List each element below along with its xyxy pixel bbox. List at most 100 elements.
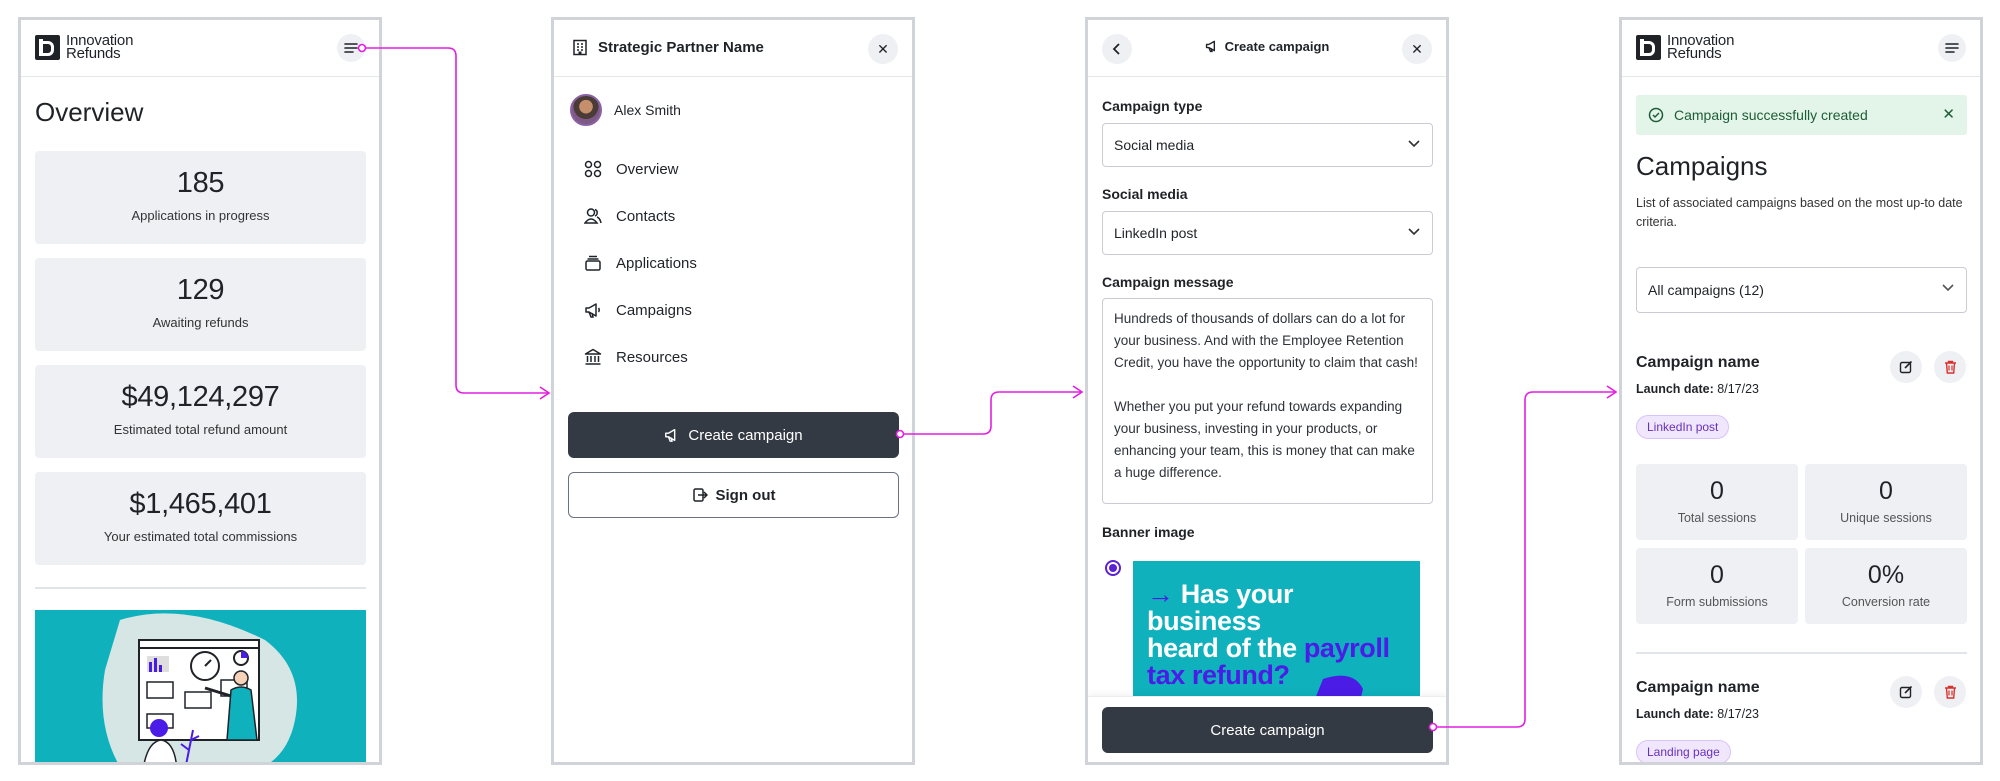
metric-label: Form submissions	[1666, 595, 1768, 609]
stat-value: 129	[176, 274, 225, 306]
menu-button[interactable]	[337, 34, 365, 62]
campaign-filter-select[interactable]: All campaigns (12)	[1636, 267, 1967, 313]
create-campaign-screen: Create campaign ✕ Campaign type Social m…	[1085, 17, 1449, 765]
create-campaign-button[interactable]: Create campaign	[568, 412, 899, 458]
close-icon: ✕	[877, 40, 889, 57]
success-alert: Campaign successfully created ✕	[1636, 95, 1967, 135]
campaign-name: Campaign name	[1636, 354, 1760, 371]
select-value: All campaigns (12)	[1648, 282, 1764, 298]
nav-label: Applications	[616, 254, 697, 272]
nav-label: Resources	[616, 348, 688, 366]
chevron-down-icon	[1942, 280, 1954, 295]
nav-item-campaigns[interactable]: Campaigns	[584, 301, 692, 319]
select-value: LinkedIn post	[1114, 225, 1198, 241]
logo[interactable]: Innovation Refunds	[1636, 33, 1734, 61]
launch-date-label: Launch date:	[1636, 707, 1714, 721]
edit-campaign-button[interactable]	[1890, 676, 1922, 708]
create-campaign-submit-button[interactable]: Create campaign	[1102, 707, 1433, 753]
stat-label: Estimated total refund amount	[113, 422, 288, 437]
campaigns-screen: Innovation Refunds Campaign successfully…	[1619, 17, 1983, 765]
user-profile[interactable]: Alex Smith	[570, 94, 681, 126]
megaphone-icon	[665, 428, 676, 442]
edit-campaign-button[interactable]	[1890, 351, 1922, 383]
close-icon: ✕	[1411, 40, 1423, 57]
modal-footer: Create campaign	[1088, 696, 1446, 762]
nav-label: Campaigns	[616, 301, 692, 319]
megaphone-icon	[585, 303, 600, 318]
divider	[1636, 652, 1967, 654]
campaign-type-tag: Landing page	[1636, 740, 1731, 762]
metric-form-submissions: 0 Form submissions	[1636, 548, 1798, 624]
logo-mark-icon	[1636, 34, 1661, 60]
menu-screen: Strategic Partner Name ✕ Alex Smith Over…	[551, 17, 915, 765]
select-value: Social media	[1114, 137, 1195, 153]
stat-card-refund-amount: $49,124,297 Estimated total refund amoun…	[35, 365, 366, 458]
stat-card-commissions: $1,465,401 Your estimated total commissi…	[35, 472, 366, 565]
page-title: Overview	[35, 97, 144, 127]
arrowhead	[1072, 385, 1084, 399]
close-alert-icon[interactable]: ✕	[1942, 105, 1955, 123]
partner-header: Strategic Partner Name	[572, 39, 764, 56]
create-campaign-header: Create campaign ✕	[1088, 20, 1446, 77]
launch-date: Launch date: 8/17/23	[1636, 382, 1759, 396]
campaign-type-select[interactable]: Social media	[1102, 123, 1433, 167]
banner-line-2b: payroll	[1303, 633, 1390, 663]
menu-button[interactable]	[1938, 34, 1966, 62]
inbox-icon	[585, 255, 601, 271]
grid-icon	[584, 160, 602, 178]
check-circle-icon	[1648, 107, 1664, 123]
presentation-illustration	[35, 610, 366, 762]
stat-value: $1,465,401	[129, 488, 272, 520]
campaign-name: Campaign name	[1636, 679, 1760, 696]
nav-item-overview[interactable]: Overview	[584, 160, 679, 178]
close-menu-button[interactable]: ✕	[868, 34, 898, 64]
campaign-type-label: Campaign type	[1102, 98, 1203, 114]
launch-date-label: Launch date:	[1636, 382, 1714, 396]
chevron-down-icon	[1408, 224, 1420, 239]
banner-line-3: tax refund?	[1147, 660, 1290, 690]
connector-nav-to-create	[900, 391, 1081, 435]
banner-line-2a: heard of the	[1147, 633, 1304, 663]
trash-icon	[1944, 685, 1956, 699]
page-title: Campaigns	[1636, 151, 1768, 181]
nav-label: Contacts	[616, 207, 676, 225]
button-label: Create campaign	[1210, 721, 1325, 739]
stat-card-applications: 185 Applications in progress	[35, 151, 366, 244]
stat-value: $49,124,297	[121, 381, 280, 413]
close-modal-button[interactable]: ✕	[1402, 34, 1432, 64]
stat-card-awaiting: 129 Awaiting refunds	[35, 258, 366, 351]
metric-value: 0	[1710, 561, 1724, 589]
nav-item-contacts[interactable]: Contacts	[584, 207, 675, 225]
delete-campaign-button[interactable]	[1934, 676, 1966, 708]
modal-title-text: Create campaign	[1224, 39, 1330, 54]
stat-label: Awaiting refunds	[152, 315, 249, 330]
campaign-message-label: Campaign message	[1102, 274, 1234, 290]
connector-menu-to-nav	[362, 47, 548, 394]
campaign-message-textarea[interactable]: Hundreds of thousands of dollars can do …	[1102, 298, 1433, 504]
banner-radio[interactable]	[1105, 560, 1121, 576]
delete-campaign-button[interactable]	[1934, 351, 1966, 383]
button-label: Create campaign	[688, 426, 803, 444]
stat-value: 185	[176, 167, 225, 199]
arrowhead	[539, 386, 551, 400]
divider	[35, 587, 366, 589]
nav-item-resources[interactable]: Resources	[584, 348, 688, 366]
avatar	[570, 94, 602, 126]
button-label: Sign out	[715, 486, 776, 504]
social-media-select[interactable]: LinkedIn post	[1102, 211, 1433, 255]
top-bar: Innovation Refunds	[21, 20, 379, 77]
metric-value: 0	[1710, 477, 1724, 505]
sign-out-button[interactable]: Sign out	[568, 472, 899, 518]
edit-icon	[1899, 685, 1913, 699]
logo[interactable]: Innovation Refunds	[35, 33, 133, 61]
metric-value: 0	[1879, 477, 1893, 505]
sign-out-icon	[692, 488, 708, 502]
user-name: Alex Smith	[614, 102, 681, 118]
campaign-type-tag: LinkedIn post	[1636, 415, 1730, 439]
metric-unique-sessions: 0 Unique sessions	[1805, 464, 1967, 540]
nav-item-applications[interactable]: Applications	[584, 254, 697, 272]
users-icon	[584, 208, 602, 224]
stat-label: Applications in progress	[131, 208, 270, 223]
stat-label: Your estimated total commissions	[103, 529, 298, 544]
social-media-label: Social media	[1102, 186, 1188, 202]
